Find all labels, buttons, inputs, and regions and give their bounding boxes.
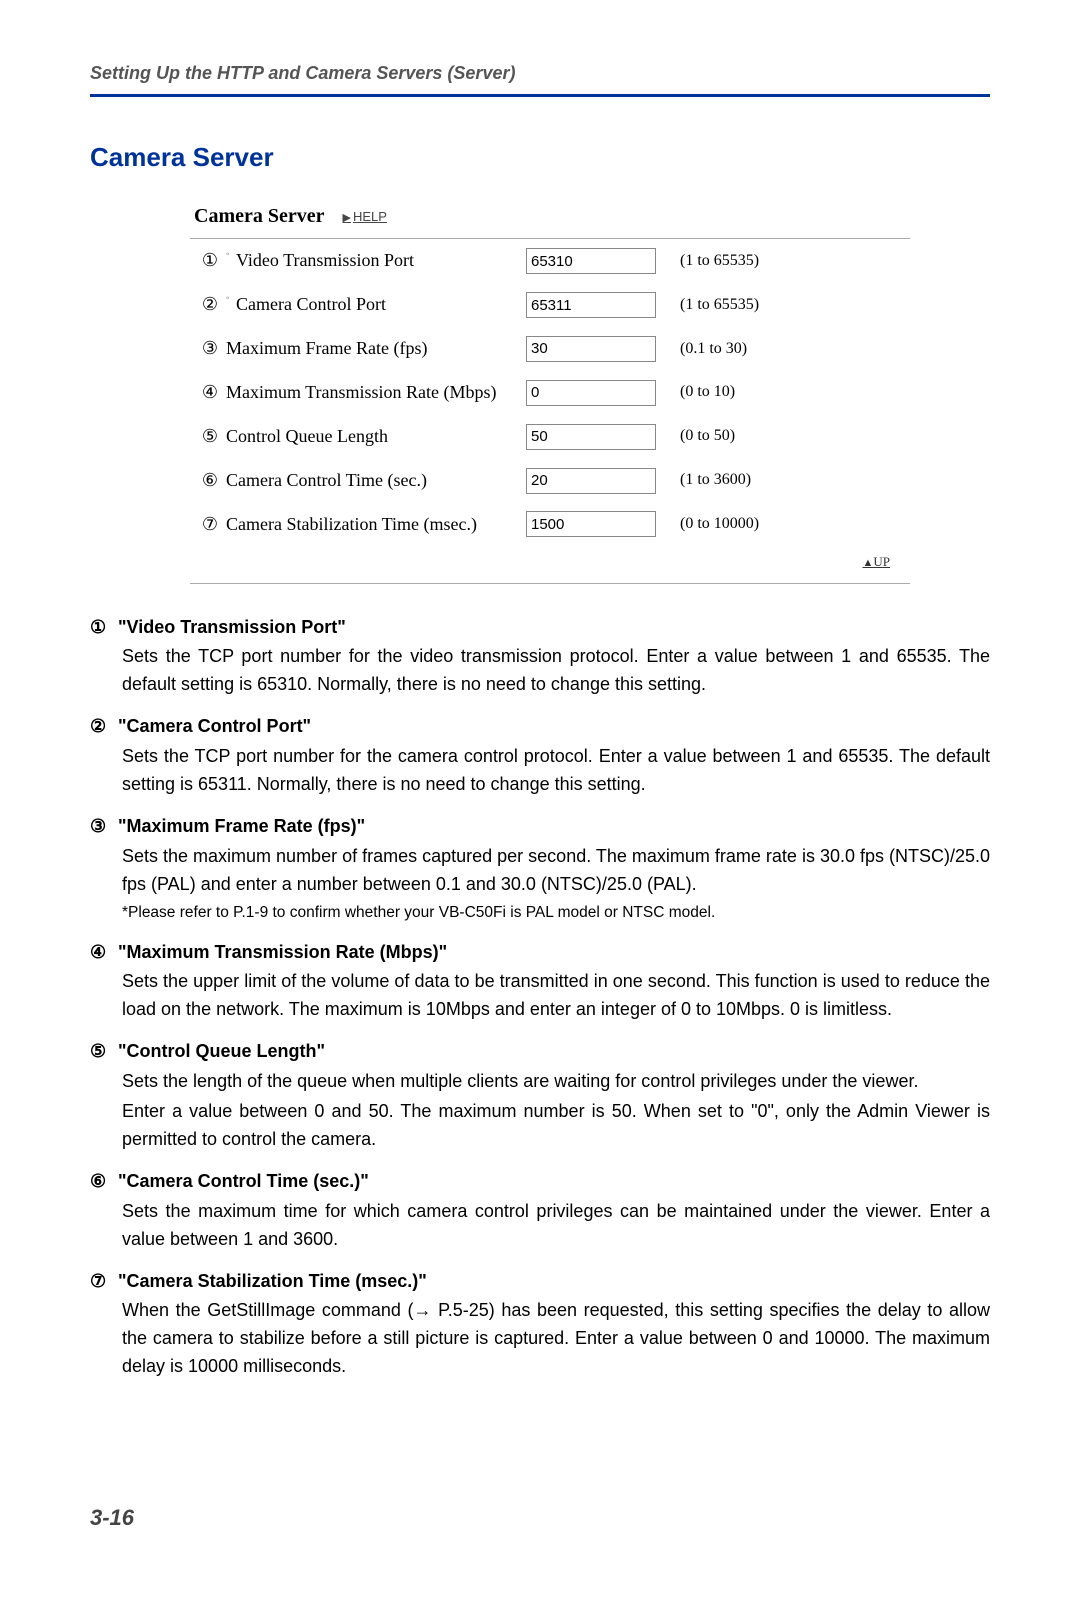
breadcrumb: Setting Up the HTTP and Camera Servers (… <box>90 60 990 88</box>
setting-row-control-port: ② ◦Camera Control Port (1 to 65535) <box>190 283 910 327</box>
control-time-input[interactable] <box>526 468 656 494</box>
setting-label: ◦Video Transmission Port <box>226 247 526 275</box>
desc-text: Sets the TCP port number for the camera … <box>122 743 990 799</box>
desc-control-port: ②"Camera Control Port" Sets the TCP port… <box>90 713 990 799</box>
range-text: (1 to 65535) <box>680 293 759 318</box>
desc-heading: ①"Video Transmission Port" <box>90 614 990 642</box>
setting-row-video-port: ① ◦Video Transmission Port (1 to 65535) <box>190 239 910 283</box>
restart-dot-icon: ◦ <box>226 247 234 263</box>
help-link[interactable]: ▶HELP <box>343 207 387 227</box>
queue-length-input[interactable] <box>526 424 656 450</box>
control-port-input[interactable] <box>526 292 656 318</box>
setting-label: Maximum Frame Rate (fps) <box>226 335 526 363</box>
row-number: ② <box>194 291 226 319</box>
setting-label: Camera Control Time (sec.) <box>226 467 526 495</box>
row-number: ⑤ <box>194 423 226 451</box>
desc-heading: ②"Camera Control Port" <box>90 713 990 741</box>
desc-heading: ④"Maximum Transmission Rate (Mbps)" <box>90 939 990 967</box>
descriptions: ①"Video Transmission Port" Sets the TCP … <box>90 614 990 1382</box>
setting-label: Control Queue Length <box>226 423 526 451</box>
setting-row-queue-length: ⑤ Control Queue Length (0 to 50) <box>190 415 910 459</box>
setting-row-control-time: ⑥ Camera Control Time (sec.) (1 to 3600) <box>190 459 910 503</box>
restart-dot-icon: ◦ <box>226 291 234 307</box>
panel-header: Camera Server ▶HELP <box>190 195 910 239</box>
desc-text: Enter a value between 0 and 50. The maxi… <box>122 1098 990 1154</box>
up-link-label: UP <box>873 554 890 569</box>
trans-rate-input[interactable] <box>526 380 656 406</box>
desc-heading: ⑦"Camera Stabilization Time (msec.)" <box>90 1268 990 1296</box>
desc-control-time: ⑥"Camera Control Time (sec.)" Sets the m… <box>90 1168 990 1254</box>
desc-queue-length: ⑤"Control Queue Length" Sets the length … <box>90 1038 990 1154</box>
header-divider <box>90 94 990 97</box>
setting-label: ◦Camera Control Port <box>226 291 526 319</box>
row-number: ⑦ <box>194 511 226 539</box>
desc-text: Sets the maximum time for which camera c… <box>122 1198 990 1254</box>
range-text: (0 to 10000) <box>680 512 759 537</box>
up-link-container: ▲UP <box>190 546 910 582</box>
desc-text: Sets the length of the queue when multip… <box>122 1068 990 1096</box>
desc-frame-rate: ③"Maximum Frame Rate (fps)" Sets the max… <box>90 813 990 925</box>
desc-trans-rate: ④"Maximum Transmission Rate (Mbps)" Sets… <box>90 939 990 1025</box>
settings-panel: Camera Server ▶HELP ① ◦Video Transmissio… <box>190 195 910 583</box>
page-title: Camera Server <box>90 137 990 177</box>
range-text: (0.1 to 30) <box>680 337 747 362</box>
setting-label: Maximum Transmission Rate (Mbps) <box>226 379 526 407</box>
video-port-input[interactable] <box>526 248 656 274</box>
setting-label: Camera Stabilization Time (msec.) <box>226 511 526 539</box>
up-link[interactable]: ▲UP <box>862 554 890 569</box>
row-number: ③ <box>194 335 226 363</box>
desc-video-port: ①"Video Transmission Port" Sets the TCP … <box>90 614 990 700</box>
panel-title: Camera Server <box>194 201 325 232</box>
desc-text: Sets the upper limit of the volume of da… <box>122 968 990 1024</box>
range-text: (1 to 65535) <box>680 249 759 274</box>
setting-row-stabilization: ⑦ Camera Stabilization Time (msec.) (0 t… <box>190 503 910 547</box>
desc-heading: ③"Maximum Frame Rate (fps)" <box>90 813 990 841</box>
frame-rate-input[interactable] <box>526 336 656 362</box>
row-number: ⑥ <box>194 467 226 495</box>
row-number: ① <box>194 247 226 275</box>
range-text: (0 to 50) <box>680 424 735 449</box>
range-text: (0 to 10) <box>680 380 735 405</box>
range-text: (1 to 3600) <box>680 468 751 493</box>
triangle-right-icon: ▶ <box>343 212 351 224</box>
row-number: ④ <box>194 379 226 407</box>
desc-heading: ⑤"Control Queue Length" <box>90 1038 990 1066</box>
desc-note: *Please refer to P.1-9 to confirm whethe… <box>122 901 990 925</box>
desc-text: Sets the TCP port number for the video t… <box>122 643 990 699</box>
setting-row-trans-rate: ④ Maximum Transmission Rate (Mbps) (0 to… <box>190 371 910 415</box>
triangle-up-icon: ▲ <box>862 557 873 569</box>
desc-text: Sets the maximum number of frames captur… <box>122 843 990 899</box>
desc-stabilization: ⑦"Camera Stabilization Time (msec.)" Whe… <box>90 1268 990 1382</box>
setting-row-frame-rate: ③ Maximum Frame Rate (fps) (0.1 to 30) <box>190 327 910 371</box>
desc-heading: ⑥"Camera Control Time (sec.)" <box>90 1168 990 1196</box>
help-link-label: HELP <box>353 209 387 224</box>
desc-text: When the GetStillImage command (→ P.5-25… <box>122 1297 990 1381</box>
page-number: 3-16 <box>90 1501 990 1535</box>
stabilization-input[interactable] <box>526 511 656 537</box>
